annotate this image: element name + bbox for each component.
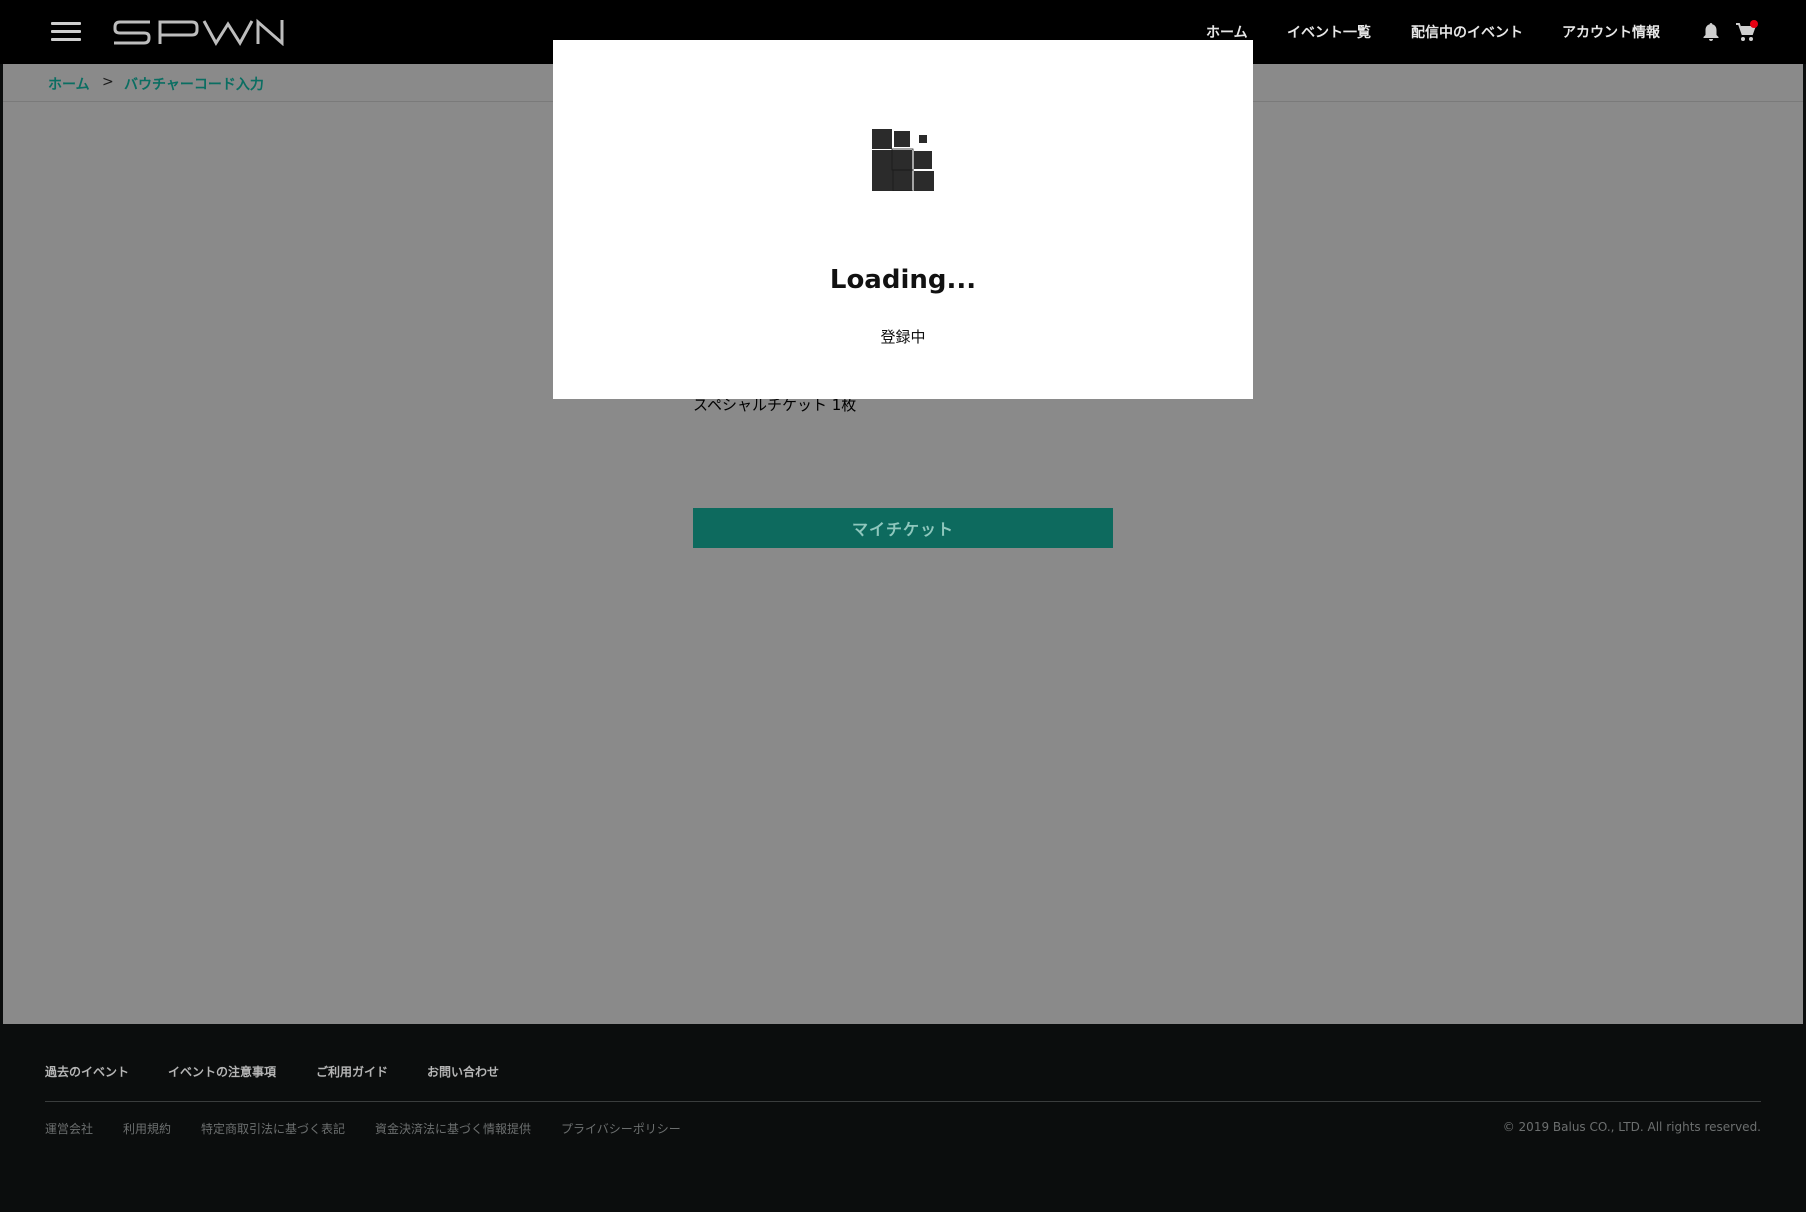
footer-event-notes[interactable]: イベントの注意事項: [168, 1063, 276, 1080]
copyright: © 2019 Balus CO., LTD. All rights reserv…: [1502, 1120, 1761, 1134]
nav-event-list[interactable]: イベント一覧: [1287, 22, 1371, 42]
menu-icon[interactable]: [51, 22, 81, 42]
breadcrumb-voucher-code[interactable]: バウチャーコード入力: [124, 74, 264, 94]
loading-title: Loading...: [829, 265, 977, 295]
breadcrumb-home[interactable]: ホーム: [48, 74, 90, 94]
footer-company[interactable]: 運営会社: [45, 1120, 93, 1137]
footer-privacy-policy[interactable]: プライバシーポリシー: [561, 1120, 681, 1137]
loading-spinner-icon: [872, 129, 934, 191]
footer-commercial-law[interactable]: 特定商取引法に基づく表記: [201, 1120, 345, 1137]
site-footer: 過去のイベント イベントの注意事項 ご利用ガイド お問い合わせ 運営会社 利用規…: [0, 1024, 1806, 1215]
nav-account-info[interactable]: アカウント情報: [1562, 22, 1660, 42]
footer-payment-law[interactable]: 資金決済法に基づく情報提供: [375, 1120, 531, 1137]
footer-contact[interactable]: お問い合わせ: [427, 1063, 499, 1080]
footer-divider: [45, 1101, 1761, 1102]
breadcrumb-separator: >: [102, 74, 114, 90]
footer-past-events[interactable]: 過去のイベント: [45, 1063, 129, 1080]
nav-home[interactable]: ホーム: [1206, 22, 1248, 42]
footer-user-guide[interactable]: ご利用ガイド: [316, 1063, 388, 1080]
nav-streaming-events[interactable]: 配信中のイベント: [1411, 22, 1523, 42]
spwn-logo[interactable]: [112, 18, 286, 46]
cart-badge: [1750, 20, 1758, 28]
loading-status: 登録中: [880, 328, 926, 346]
footer-terms[interactable]: 利用規約: [123, 1120, 171, 1137]
my-ticket-button[interactable]: マイチケット: [693, 508, 1113, 548]
loading-modal: Loading... 登録中: [553, 40, 1253, 399]
bell-icon[interactable]: [1702, 22, 1720, 42]
